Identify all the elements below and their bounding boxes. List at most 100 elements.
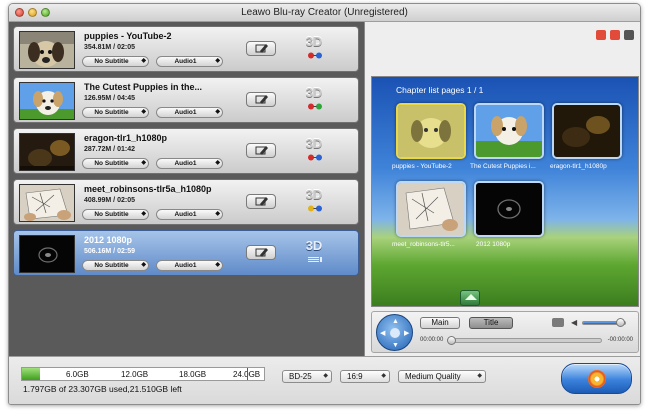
video-thumbnail (19, 31, 75, 69)
subtitle-select[interactable]: No Subtitle ◆ (82, 56, 149, 67)
select-arrows-icon: ◆ (141, 160, 146, 166)
video-size-duration: 287.72M / 01:42 (84, 146, 135, 153)
volume-knob[interactable] (615, 318, 625, 327)
audio-select[interactable]: Audio1 ◆ (156, 107, 223, 118)
edit-video-button[interactable] (246, 194, 276, 209)
arrow-down-icon[interactable]: ▼ (392, 342, 399, 349)
video-item[interactable]: puppies - YouTube-2 354.81M / 02:05 No S… (13, 26, 359, 72)
audio-select[interactable]: Audio1 ◆ (156, 158, 223, 169)
arrow-right-icon[interactable]: ▶ (404, 330, 409, 337)
capacity-tick-label: 12.0GB (121, 370, 149, 379)
3d-glasses-icon[interactable] (305, 52, 325, 59)
arrow-up-icon[interactable]: ▲ (392, 318, 399, 325)
select-arrows-icon: ◆ (141, 109, 146, 115)
pencil-edit-icon (255, 197, 268, 206)
video-title: 2012 1080p (84, 235, 133, 245)
select-arrows-icon: ◆ (141, 262, 146, 268)
navigation-dpad[interactable]: ▲ ▼ ◀ ▶ (376, 314, 413, 351)
title-menu-button[interactable]: Title (469, 317, 513, 329)
video-list: puppies - YouTube-2 354.81M / 02:05 No S… (9, 22, 364, 356)
3d-mode-lines-icon[interactable] (305, 256, 325, 263)
burn-button[interactable] (561, 363, 632, 394)
menu-tools (596, 30, 634, 40)
3d-glasses-icon[interactable] (305, 103, 325, 110)
three-d-label: 3D (305, 187, 323, 202)
aspect-ratio-value: 16:9 (347, 372, 363, 381)
disc-type-value: BD-25 (289, 372, 312, 381)
pencil-edit-icon (255, 44, 268, 53)
video-title: puppies - YouTube-2 (84, 31, 172, 41)
select-arrows-icon: ◆ (215, 109, 220, 115)
app-window: Leawo Blu-ray Creator (Unregistered) pup… (8, 3, 641, 405)
subtitle-select-label: No Subtitle (94, 58, 129, 65)
no-menu-icon[interactable] (596, 30, 606, 40)
capacity-tick-label: 18.0GB (179, 370, 207, 379)
audio-select-label: Audio1 (174, 109, 197, 116)
select-arrows-icon: ◆ (141, 58, 146, 64)
edit-video-button[interactable] (246, 41, 276, 56)
video-item[interactable]: eragon-tlr1_h1080p 287.72M / 01:42 No Su… (13, 128, 359, 174)
burn-disc-icon (588, 370, 606, 388)
video-thumbnail (19, 235, 75, 273)
video-size-duration: 506.16M / 02:59 (84, 248, 135, 255)
volume-slider[interactable] (582, 318, 626, 327)
subtitle-select[interactable]: No Subtitle ◆ (82, 260, 149, 271)
main-menu-button[interactable]: Main (420, 317, 460, 329)
video-title: The Cutest Puppies in the... (84, 82, 203, 92)
video-item[interactable]: The Cutest Puppies in the... 126.95M / 0… (13, 77, 359, 123)
menu-settings-icon[interactable] (610, 30, 620, 40)
audio-select[interactable]: Audio1 ◆ (156, 260, 223, 271)
select-arrows-icon: ◆ (215, 160, 220, 166)
menu-template-icon[interactable] (624, 30, 634, 40)
progress-knob[interactable] (447, 336, 456, 345)
video-item[interactable]: meet_robinsons-tlr5a_h1080p 408.99M / 02… (13, 179, 359, 225)
3d-glasses-icon[interactable] (305, 205, 325, 212)
video-item-selected[interactable]: 2012 1080p 506.16M / 02:59 No Subtitle ◆ … (13, 230, 359, 276)
ok-button[interactable] (390, 328, 400, 338)
aspect-ratio-select[interactable]: 16:9 ◆ (340, 370, 390, 383)
capacity-used-fill (22, 368, 41, 380)
title-bar: Leawo Blu-ray Creator (Unregistered) (9, 4, 640, 22)
capacity-usage-text: 1.797GB of 23.307GB used,21.510GB left (23, 384, 182, 394)
player-controls: ▲ ▼ ◀ ▶ Main Title ◀ 00:00:00 -00:00:00 (371, 311, 639, 353)
chapter-caption: eragon-tlr1_h1080p (550, 163, 607, 170)
select-arrows-icon: ◆ (215, 58, 220, 64)
subtitle-select[interactable]: No Subtitle ◆ (82, 209, 149, 220)
chapter-thumbnail[interactable] (396, 103, 466, 159)
audio-select-label: Audio1 (174, 58, 197, 65)
chapter-list-header: Chapter list pages 1 / 1 (396, 85, 484, 95)
chapter-thumbnail[interactable] (474, 181, 544, 237)
menu-home-button[interactable] (460, 290, 480, 306)
edit-video-button[interactable] (246, 245, 276, 260)
chapter-thumbnail[interactable] (552, 103, 622, 159)
audio-select-label: Audio1 (174, 262, 197, 269)
3d-glasses-icon[interactable] (305, 154, 325, 161)
edit-video-button[interactable] (246, 92, 276, 107)
select-arrows-icon: ◆ (215, 211, 220, 217)
disc-type-select[interactable]: BD-25 ◆ (282, 370, 332, 383)
quality-select[interactable]: Medium Quality ◆ (398, 370, 486, 383)
video-size-duration: 354.81M / 02:05 (84, 44, 135, 51)
video-size-duration: 408.99M / 02:05 (84, 197, 135, 204)
select-arrows-icon: ◆ (323, 373, 328, 379)
capacity-limit-marker (247, 368, 249, 380)
audio-select[interactable]: Audio1 ◆ (156, 209, 223, 220)
video-title: eragon-tlr1_h1080p (84, 133, 168, 143)
chapter-caption: 2012 1080p (476, 241, 511, 248)
subtitle-select[interactable]: No Subtitle ◆ (82, 158, 149, 169)
remaining-time: -00:00:00 (607, 337, 633, 343)
pencil-edit-icon (255, 95, 268, 104)
playback-progress[interactable] (447, 336, 602, 345)
subtitle-select-label: No Subtitle (94, 109, 129, 116)
snapshot-camera-icon[interactable] (552, 318, 564, 327)
arrow-left-icon[interactable]: ◀ (380, 330, 385, 337)
subtitle-select[interactable]: No Subtitle ◆ (82, 107, 149, 118)
select-arrows-icon: ◆ (141, 211, 146, 217)
chapter-caption: meet_robinsons-tlr5... (392, 241, 455, 248)
chapter-thumbnail[interactable] (396, 181, 466, 237)
quality-value: Medium Quality (405, 372, 461, 381)
edit-video-button[interactable] (246, 143, 276, 158)
audio-select[interactable]: Audio1 ◆ (156, 56, 223, 67)
chapter-thumbnail[interactable] (474, 103, 544, 159)
chapter-caption: The Cutest Puppies i... (470, 163, 536, 170)
